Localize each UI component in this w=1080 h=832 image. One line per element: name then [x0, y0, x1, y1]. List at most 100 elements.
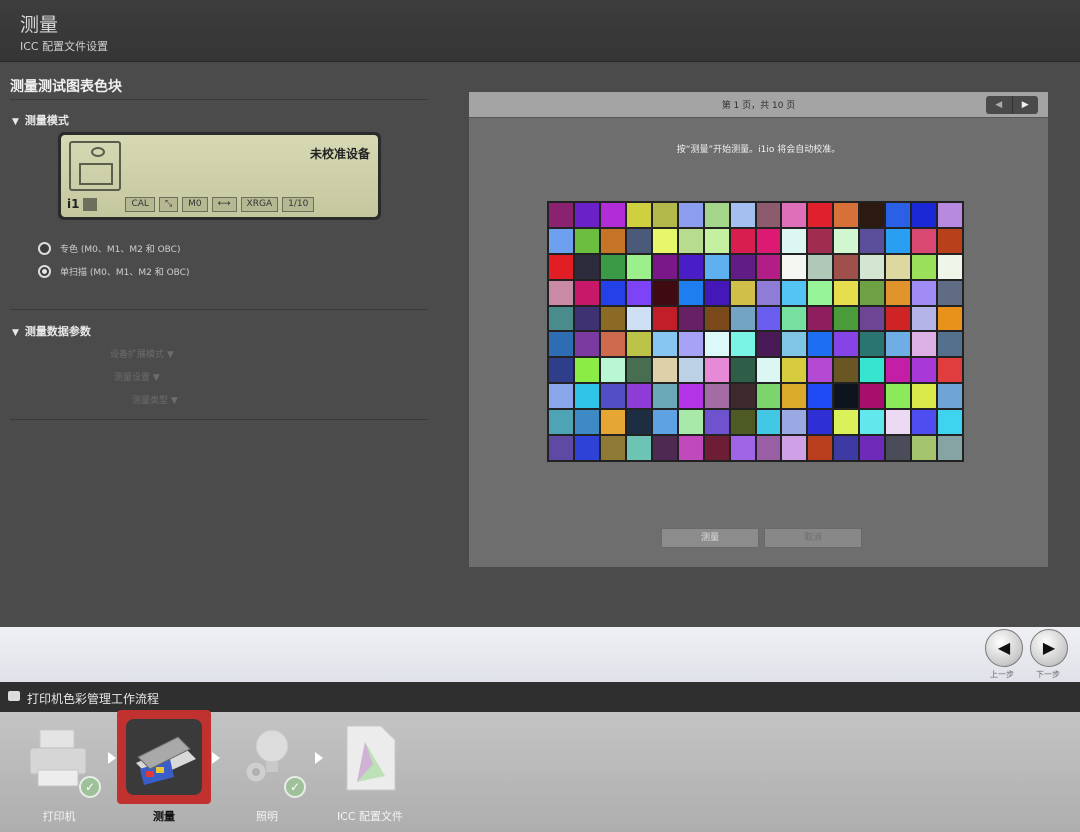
color-patch [549, 332, 573, 357]
radio-button[interactable] [38, 265, 51, 278]
color-patch [600, 306, 625, 331]
color-patch [549, 280, 573, 305]
workflow-step-lighting[interactable]: ✓ 照明 [222, 712, 312, 832]
group-measure-params[interactable]: ▼ 测量数据参数 [12, 323, 91, 339]
device-icon [69, 141, 121, 191]
color-patch [704, 228, 729, 253]
printer-icon [8, 691, 20, 701]
group-label: 测量模式 [24, 114, 69, 127]
color-patch [886, 228, 911, 253]
check-icon: ✓ [79, 776, 101, 798]
color-patch [886, 254, 911, 279]
color-patch [938, 358, 962, 383]
color-patch [860, 384, 885, 409]
color-patch [626, 384, 651, 409]
workflow-step-icc-profile[interactable]: ICC 配置文件 [325, 712, 415, 832]
next-button[interactable]: ▶ [1030, 629, 1068, 667]
color-patch [756, 436, 781, 460]
color-patch [834, 203, 859, 227]
color-patch [938, 306, 962, 331]
color-patch [860, 228, 885, 253]
page-chip: 1/10 [282, 196, 315, 212]
workflow-step-measure-label: 测量 [118, 712, 210, 832]
page-indicator: 第 1 页，共 10 页 [721, 101, 796, 111]
color-patch [574, 410, 599, 435]
color-patch [652, 306, 677, 331]
color-patch [782, 436, 807, 460]
color-patch [938, 203, 962, 227]
instruction-text: 按“测量”开始测量。i1io 将会自动校准。 [676, 145, 841, 155]
pager-prev-button[interactable]: ◀ [986, 96, 1012, 114]
color-patch [600, 228, 625, 253]
back-button[interactable]: ◀ [985, 629, 1023, 667]
param-row: 测量设置 ▼ [114, 373, 160, 383]
divider [10, 309, 428, 310]
pager-next-button[interactable]: ▶ [1011, 96, 1039, 114]
color-patch [938, 254, 962, 279]
color-patch [626, 358, 651, 383]
left-panel: 测量测试图表色块 ▼ 测量模式 未校准设备 i1 CAL ⤡ M0 ⟷ XRGA… [0, 62, 440, 627]
color-patch [860, 254, 885, 279]
group-measure-mode[interactable]: ▼ 测量模式 [12, 112, 69, 128]
chart-panel: 第 1 页，共 10 页 ◀ ▶ 按“测量”开始测量。i1io 将会自动校准。 … [469, 92, 1048, 567]
patch-grid [547, 201, 964, 462]
radio-spot[interactable]: 专色 (M0、M1、M2 和 OBC) [38, 242, 180, 255]
color-patch [626, 228, 651, 253]
color-patch [549, 228, 573, 253]
group-label: 测量数据参数 [24, 325, 91, 338]
workflow-title: 打印机色彩管理工作流程 [27, 692, 160, 706]
color-patch [808, 332, 833, 357]
workflow-step-printer[interactable]: ✓ 打印机 [0, 712, 118, 832]
cancel-button[interactable]: 取消 [764, 528, 862, 548]
measure-button[interactable]: 测量 [661, 528, 759, 548]
collapse-triangle-icon: ▼ [12, 117, 19, 127]
back-label: 上一步 [990, 670, 1014, 679]
color-patch [782, 203, 807, 227]
color-patch [886, 280, 911, 305]
color-patch [574, 280, 599, 305]
color-patch [782, 306, 807, 331]
color-patch [756, 332, 781, 357]
color-patch [834, 436, 859, 460]
color-patch [730, 306, 755, 331]
radio-single-scan[interactable]: 单扫描 (M0、M1、M2 和 OBC) [38, 265, 189, 278]
device-status: 未校准设备 [309, 147, 370, 161]
color-patch [626, 332, 651, 357]
color-patch [600, 358, 625, 383]
step-label: 测量 [153, 810, 175, 823]
color-patch [574, 358, 599, 383]
arrow-right-icon: ▶ [1042, 638, 1056, 657]
step-arrow-icon [108, 752, 116, 764]
color-patch [600, 410, 625, 435]
color-patch [704, 410, 729, 435]
color-patch [704, 358, 729, 383]
divider [10, 419, 428, 420]
color-patch [652, 203, 677, 227]
radio-button[interactable] [38, 242, 51, 255]
color-patch [704, 436, 729, 460]
color-patch [808, 203, 833, 227]
color-patch [730, 358, 755, 383]
color-patch [834, 228, 859, 253]
color-patch [912, 280, 937, 305]
color-patch [574, 332, 599, 357]
color-patch [704, 280, 729, 305]
color-patch [808, 306, 833, 331]
color-patch [600, 436, 625, 460]
color-patch [574, 306, 599, 331]
color-patch [678, 306, 703, 331]
color-patch [730, 203, 755, 227]
color-patch [808, 228, 833, 253]
workflow-header: 打印机色彩管理工作流程 [0, 682, 1080, 712]
color-patch [886, 358, 911, 383]
color-patch [549, 384, 573, 409]
color-patch [678, 203, 703, 227]
device-logo: i1 [67, 197, 80, 211]
color-patch [730, 280, 755, 305]
color-patch [912, 358, 937, 383]
color-patch [834, 306, 859, 331]
param-row: 测量类型 ▼ [132, 396, 178, 406]
color-patch [938, 332, 962, 357]
color-patch [756, 384, 781, 409]
color-patch [912, 436, 937, 460]
